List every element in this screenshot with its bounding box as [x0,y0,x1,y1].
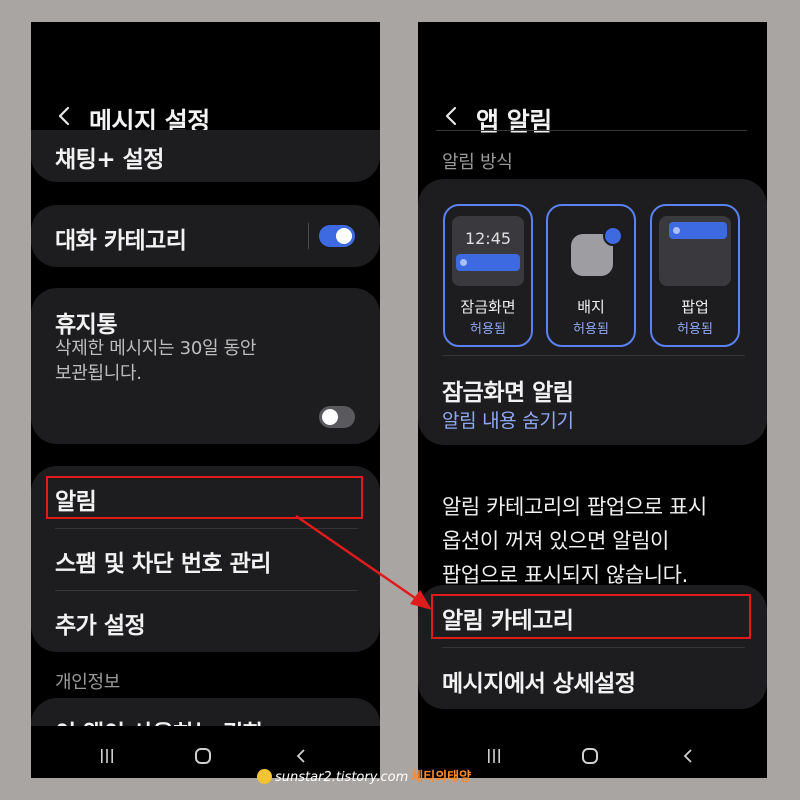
watermark-url: sunstar2.tistory.com [275,770,409,785]
watermark-name: 세티의태양 [411,770,472,785]
smiley-icon [257,769,272,784]
annotation-arrow [295,514,432,610]
watermark: sunstar2.tistory.com 세티의태양 [257,766,471,785]
